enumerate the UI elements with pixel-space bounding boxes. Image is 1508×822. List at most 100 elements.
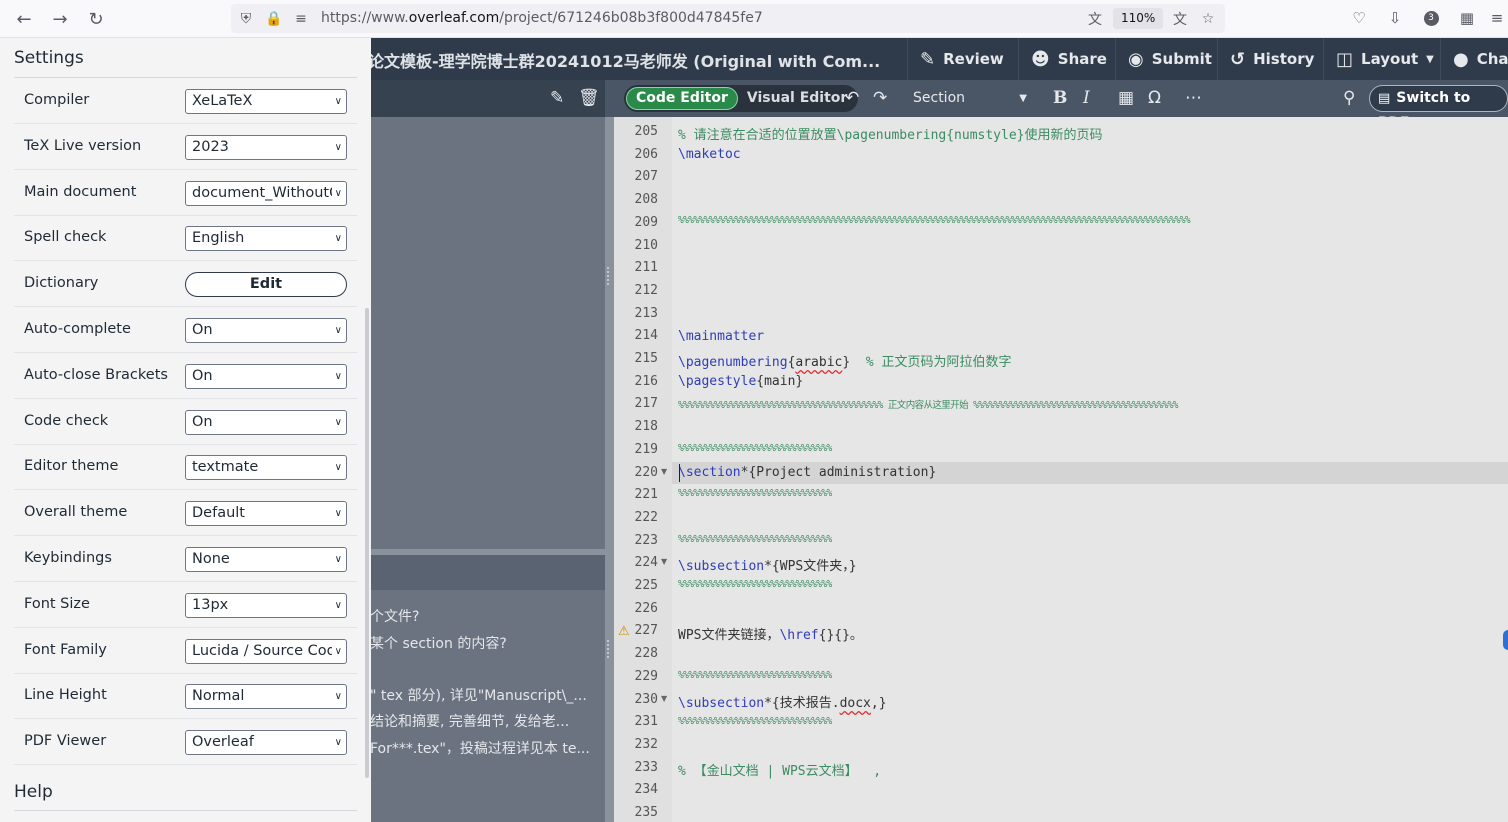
settings-select[interactable]: On ∨ xyxy=(185,318,347,343)
lock-icon[interactable]: 🔒 xyxy=(265,10,283,28)
outline-item[interactable]: 个文件? xyxy=(370,606,598,626)
chat-bubble-icon: ● xyxy=(1453,48,1469,70)
settings-select[interactable]: On ∨ xyxy=(185,409,347,435)
history-button[interactable]: ↺ History xyxy=(1217,38,1323,80)
shield-icon[interactable]: ⛨ xyxy=(237,10,255,28)
settings-select[interactable]: Default ∨ xyxy=(185,501,347,527)
settings-row-compiler: Compiler XeLaTeX ∨ xyxy=(14,78,357,124)
url-bar[interactable]: ⛨ 🔒 ≡ https://www.overleaf.com/project/6… xyxy=(231,4,1225,33)
permissions-icon[interactable]: ≡ xyxy=(292,10,310,28)
extension-badge[interactable]: 3 xyxy=(1420,7,1442,29)
settings-row-tex-live-version: TeX Live version 2023 ∨ xyxy=(14,124,357,170)
line-number: 206 xyxy=(634,146,658,162)
settings-select[interactable]: textmate ∨ xyxy=(185,455,347,481)
menu-hamburger-icon[interactable]: ≡ xyxy=(1486,7,1508,29)
review-marker[interactable] xyxy=(1503,630,1508,650)
code-editor[interactable]: 205 206 207 208 209 210 211 212 213 214 215 216 217 2… xyxy=(614,117,1508,822)
line-number: 207 xyxy=(634,169,658,185)
outline-item[interactable]: For***.tex"，投稿过程详见本 te... xyxy=(370,738,598,758)
fold-arrow-icon[interactable]: ▼ xyxy=(661,557,667,566)
settings-label: Overall theme xyxy=(24,504,128,521)
splitter-grip[interactable] xyxy=(607,640,611,658)
line-number: 220 xyxy=(634,464,658,480)
fold-arrow-icon[interactable]: ▼ xyxy=(661,694,667,703)
settings-select[interactable]: 2023 ∨ xyxy=(185,134,347,160)
editor-panel-splitter[interactable] xyxy=(605,117,614,822)
chat-button[interactable]: ● Cha xyxy=(1440,38,1508,80)
line-number: 234 xyxy=(634,782,658,798)
code-line-225: %%%%%%%%%%%%%%%%%%%%%%%%%%%%%% xyxy=(678,579,832,590)
submit-button[interactable]: ◉ Submit xyxy=(1115,38,1217,80)
settings-select[interactable]: 13px ∨ xyxy=(185,592,347,618)
settings-select[interactable]: Overleaf ∨ xyxy=(185,730,347,756)
bookmark-star-icon[interactable]: ☆ xyxy=(1199,10,1217,28)
chevron-down-icon: ∨ xyxy=(331,181,342,205)
url-text[interactable]: https://www.overleaf.com/project/671246b… xyxy=(321,10,763,26)
extensions-puzzle-icon[interactable]: ▦ xyxy=(1456,7,1478,29)
italic-icon[interactable]: I xyxy=(1083,88,1090,108)
visual-editor-toggle[interactable]: Visual Editor xyxy=(738,87,856,110)
translate-icon[interactable]: 文 xyxy=(1086,10,1104,28)
settings-select-value: On xyxy=(192,413,213,430)
warning-triangle-icon[interactable]: ⚠ xyxy=(618,624,630,639)
history-label: History xyxy=(1253,50,1315,68)
settings-row-main-document: Main document document_WithoutC ∨ xyxy=(14,170,357,216)
share-button[interactable]: ☻ Share xyxy=(1018,38,1115,80)
settings-row-code-check: Code check On ∨ xyxy=(14,399,357,445)
review-button[interactable]: ✎ Review xyxy=(907,38,1018,80)
line-number: 219 xyxy=(634,441,658,457)
settings-select-value: document_WithoutC xyxy=(192,184,340,201)
dictionary-edit-button[interactable]: Edit xyxy=(185,272,347,298)
redo-icon[interactable]: ↷ xyxy=(873,88,887,108)
settings-row-spell-check: Spell check English ∨ xyxy=(14,215,357,262)
bold-icon[interactable]: B xyxy=(1053,88,1067,108)
forward-arrow-icon[interactable]: → xyxy=(46,5,74,33)
outline-item[interactable]: 某个 section 的内容? xyxy=(370,633,598,653)
code-line-214: \mainmatter xyxy=(678,329,765,344)
project-title[interactable]: 论文模板-理学院博士群20241012马老师发 (Original with C… xyxy=(368,48,880,72)
chevron-down-icon: ∨ xyxy=(331,135,342,159)
settings-select-value: XeLaTeX xyxy=(192,93,253,109)
download-icon[interactable]: ⇩ xyxy=(1384,7,1406,29)
settings-select[interactable]: On ∨ xyxy=(185,363,347,389)
settings-select[interactable]: XeLaTeX ∨ xyxy=(185,89,347,114)
settings-select[interactable]: English ∨ xyxy=(185,226,347,252)
settings-row-pdf-viewer: PDF Viewer Overleaf ∨ xyxy=(14,719,357,766)
page-translate-icon[interactable]: 文 xyxy=(1171,10,1189,28)
line-number: 210 xyxy=(634,237,658,253)
pocket-icon[interactable]: ♡ xyxy=(1348,7,1370,29)
settings-select[interactable]: document_WithoutC ∨ xyxy=(185,180,347,206)
outline-item[interactable]: " tex 部分), 详见"Manuscript\_... xyxy=(370,685,598,705)
chat-label: Cha xyxy=(1476,50,1508,68)
line-number: 215 xyxy=(634,351,658,366)
back-arrow-icon[interactable]: ← xyxy=(10,5,38,33)
settings-select[interactable]: Normal ∨ xyxy=(185,684,347,710)
splitter-grip[interactable] xyxy=(607,267,611,285)
settings-label: Editor theme xyxy=(24,458,119,475)
settings-select[interactable]: None ∨ xyxy=(185,547,347,572)
rename-pencil-icon[interactable]: ✎ xyxy=(550,88,564,108)
layout-button[interactable]: ◫ Layout ▼ xyxy=(1323,38,1440,80)
switch-to-pdf-button[interactable]: ▤Switch to PDF xyxy=(1369,85,1508,131)
outline-item[interactable]: 结论和摘要, 完善细节, 发给老... xyxy=(370,711,598,731)
layout-label: Layout xyxy=(1361,50,1419,68)
more-options-icon[interactable]: ⋯ xyxy=(1185,88,1202,108)
settings-scrollbar[interactable] xyxy=(365,308,369,778)
zoom-level-badge[interactable]: 110% xyxy=(1113,8,1164,29)
fold-arrow-icon[interactable]: ▼ xyxy=(661,467,667,476)
text-cursor xyxy=(679,464,680,482)
omega-symbol-icon[interactable]: Ω xyxy=(1148,88,1161,108)
delete-trash-icon[interactable]: 🗑 xyxy=(578,88,600,108)
settings-select[interactable]: Lucida / Source Cod ∨ xyxy=(185,638,347,664)
line-number: 213 xyxy=(634,305,658,321)
reload-icon[interactable]: ↻ xyxy=(82,5,110,33)
globe-icon: ◉ xyxy=(1128,48,1144,70)
search-icon[interactable]: ⚲ xyxy=(1343,88,1355,108)
insert-figure-icon[interactable]: ▦ xyxy=(1118,88,1134,108)
line-number: 235 xyxy=(634,805,658,820)
code-editor-toggle[interactable]: Code Editor xyxy=(626,87,738,110)
undo-icon[interactable]: ↶ xyxy=(845,88,859,108)
section-dropdown[interactable]: Section ▼ xyxy=(905,85,1035,112)
history-icon: ↺ xyxy=(1230,48,1246,70)
code-line-227: WPS文件夹链接，\href{}{}。 xyxy=(678,624,863,643)
